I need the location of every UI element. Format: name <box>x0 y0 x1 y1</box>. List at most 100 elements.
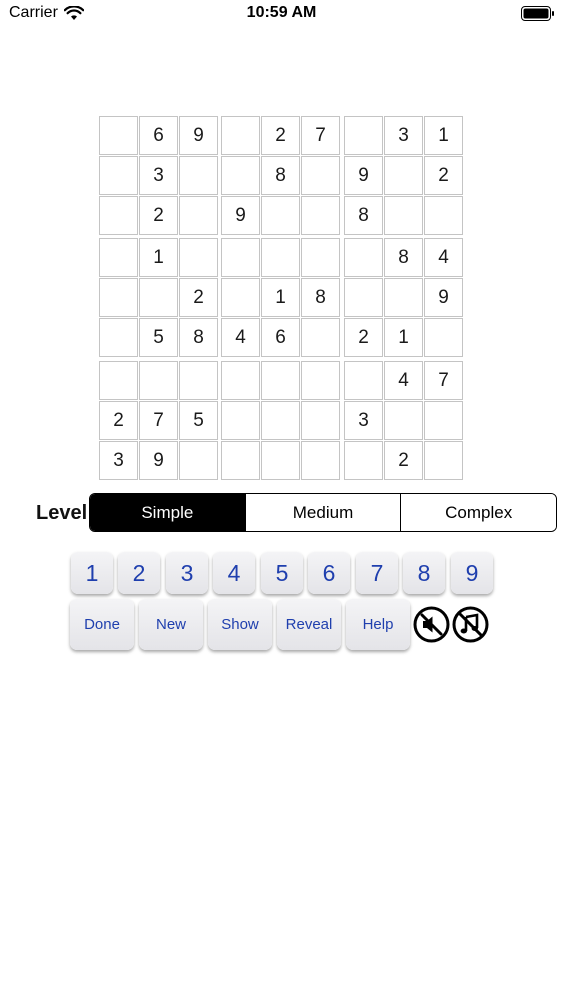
sudoku-cell[interactable]: 6 <box>139 116 178 155</box>
new-button[interactable]: New <box>139 599 203 650</box>
sudoku-cell[interactable]: 1 <box>424 116 463 155</box>
sudoku-cell[interactable] <box>344 116 383 155</box>
sudoku-cell[interactable]: 4 <box>384 361 423 400</box>
sudoku-cell[interactable] <box>221 361 260 400</box>
sudoku-cell[interactable]: 2 <box>424 156 463 195</box>
sudoku-cell[interactable] <box>301 318 340 357</box>
sudoku-cell[interactable] <box>301 361 340 400</box>
help-button[interactable]: Help <box>346 599 410 650</box>
sudoku-cell[interactable]: 9 <box>344 156 383 195</box>
sudoku-cell[interactable] <box>384 196 423 235</box>
sudoku-cell[interactable] <box>99 196 138 235</box>
sudoku-cell[interactable] <box>384 156 423 195</box>
music-off-icon[interactable] <box>452 606 489 643</box>
done-button[interactable]: Done <box>70 599 134 650</box>
sudoku-cell[interactable] <box>99 361 138 400</box>
sudoku-cell[interactable]: 5 <box>179 401 218 440</box>
sudoku-cell[interactable]: 4 <box>424 238 463 277</box>
sudoku-cell[interactable]: 1 <box>139 238 178 277</box>
sudoku-cell[interactable] <box>99 278 138 317</box>
sudoku-cell[interactable]: 2 <box>139 196 178 235</box>
sudoku-cell[interactable]: 8 <box>344 196 383 235</box>
sudoku-cell[interactable] <box>344 278 383 317</box>
sudoku-cell[interactable] <box>301 156 340 195</box>
sudoku-cell[interactable] <box>301 401 340 440</box>
sound-muted-icon[interactable] <box>413 606 450 643</box>
level-option-simple[interactable]: Simple <box>90 494 245 531</box>
sudoku-cell[interactable] <box>99 156 138 195</box>
sudoku-cell[interactable] <box>179 361 218 400</box>
sudoku-cell[interactable]: 8 <box>301 278 340 317</box>
sudoku-cell[interactable]: 8 <box>179 318 218 357</box>
sudoku-cell[interactable] <box>261 441 300 480</box>
sudoku-cell[interactable]: 4 <box>221 318 260 357</box>
sudoku-cell[interactable] <box>261 401 300 440</box>
sudoku-cell[interactable] <box>344 238 383 277</box>
sudoku-cell[interactable]: 1 <box>261 278 300 317</box>
sudoku-cell[interactable]: 7 <box>301 116 340 155</box>
sudoku-cell[interactable] <box>99 318 138 357</box>
reveal-button[interactable]: Reveal <box>277 599 341 650</box>
sudoku-cell[interactable] <box>221 238 260 277</box>
sudoku-cell[interactable]: 2 <box>384 441 423 480</box>
sudoku-cell[interactable] <box>179 441 218 480</box>
sudoku-cell[interactable] <box>99 238 138 277</box>
sudoku-cell[interactable] <box>424 441 463 480</box>
number-key-4[interactable]: 4 <box>213 552 255 594</box>
level-option-medium[interactable]: Medium <box>244 494 401 531</box>
sudoku-cell[interactable]: 2 <box>99 401 138 440</box>
sudoku-cell[interactable] <box>301 441 340 480</box>
sudoku-cell[interactable] <box>221 401 260 440</box>
number-key-1[interactable]: 1 <box>71 552 113 594</box>
sudoku-cell[interactable] <box>424 318 463 357</box>
sudoku-cell[interactable] <box>344 441 383 480</box>
sudoku-cell[interactable]: 9 <box>179 116 218 155</box>
number-key-7[interactable]: 7 <box>356 552 398 594</box>
level-option-complex[interactable]: Complex <box>400 494 556 531</box>
sudoku-cell[interactable]: 2 <box>179 278 218 317</box>
number-key-9[interactable]: 9 <box>451 552 493 594</box>
sudoku-cell[interactable] <box>301 196 340 235</box>
sudoku-cell[interactable] <box>424 196 463 235</box>
show-button[interactable]: Show <box>208 599 272 650</box>
sudoku-cell[interactable]: 2 <box>261 116 300 155</box>
sudoku-cell[interactable] <box>139 278 178 317</box>
sudoku-cell[interactable]: 7 <box>139 401 178 440</box>
sudoku-cell[interactable]: 3 <box>344 401 383 440</box>
number-key-2[interactable]: 2 <box>118 552 160 594</box>
sudoku-cell[interactable] <box>221 441 260 480</box>
sudoku-cell[interactable] <box>261 238 300 277</box>
sudoku-cell[interactable]: 2 <box>344 318 383 357</box>
sudoku-cell[interactable] <box>424 401 463 440</box>
sudoku-cell[interactable] <box>179 156 218 195</box>
sudoku-cell[interactable]: 7 <box>424 361 463 400</box>
sudoku-cell[interactable] <box>139 361 178 400</box>
sudoku-cell[interactable] <box>384 401 423 440</box>
sudoku-cell[interactable]: 3 <box>99 441 138 480</box>
sudoku-cell[interactable] <box>221 156 260 195</box>
sudoku-cell[interactable]: 6 <box>261 318 300 357</box>
sudoku-cell[interactable] <box>301 238 340 277</box>
sudoku-cell[interactable] <box>221 116 260 155</box>
sudoku-cell[interactable]: 3 <box>384 116 423 155</box>
number-key-6[interactable]: 6 <box>308 552 350 594</box>
sudoku-cell[interactable]: 9 <box>139 441 178 480</box>
sudoku-cell[interactable] <box>261 196 300 235</box>
sudoku-cell[interactable] <box>344 361 383 400</box>
sudoku-cell[interactable] <box>99 116 138 155</box>
sudoku-cell[interactable] <box>384 278 423 317</box>
number-key-8[interactable]: 8 <box>403 552 445 594</box>
sudoku-cell[interactable] <box>179 238 218 277</box>
sudoku-cell[interactable]: 9 <box>221 196 260 235</box>
sudoku-cell[interactable]: 5 <box>139 318 178 357</box>
sudoku-cell[interactable]: 3 <box>139 156 178 195</box>
sudoku-cell[interactable]: 9 <box>424 278 463 317</box>
sudoku-cell[interactable] <box>179 196 218 235</box>
number-key-5[interactable]: 5 <box>261 552 303 594</box>
sudoku-cell[interactable]: 8 <box>384 238 423 277</box>
sudoku-cell[interactable]: 8 <box>261 156 300 195</box>
sudoku-cell[interactable] <box>221 278 260 317</box>
number-key-3[interactable]: 3 <box>166 552 208 594</box>
sudoku-cell[interactable]: 1 <box>384 318 423 357</box>
sudoku-cell[interactable] <box>261 361 300 400</box>
